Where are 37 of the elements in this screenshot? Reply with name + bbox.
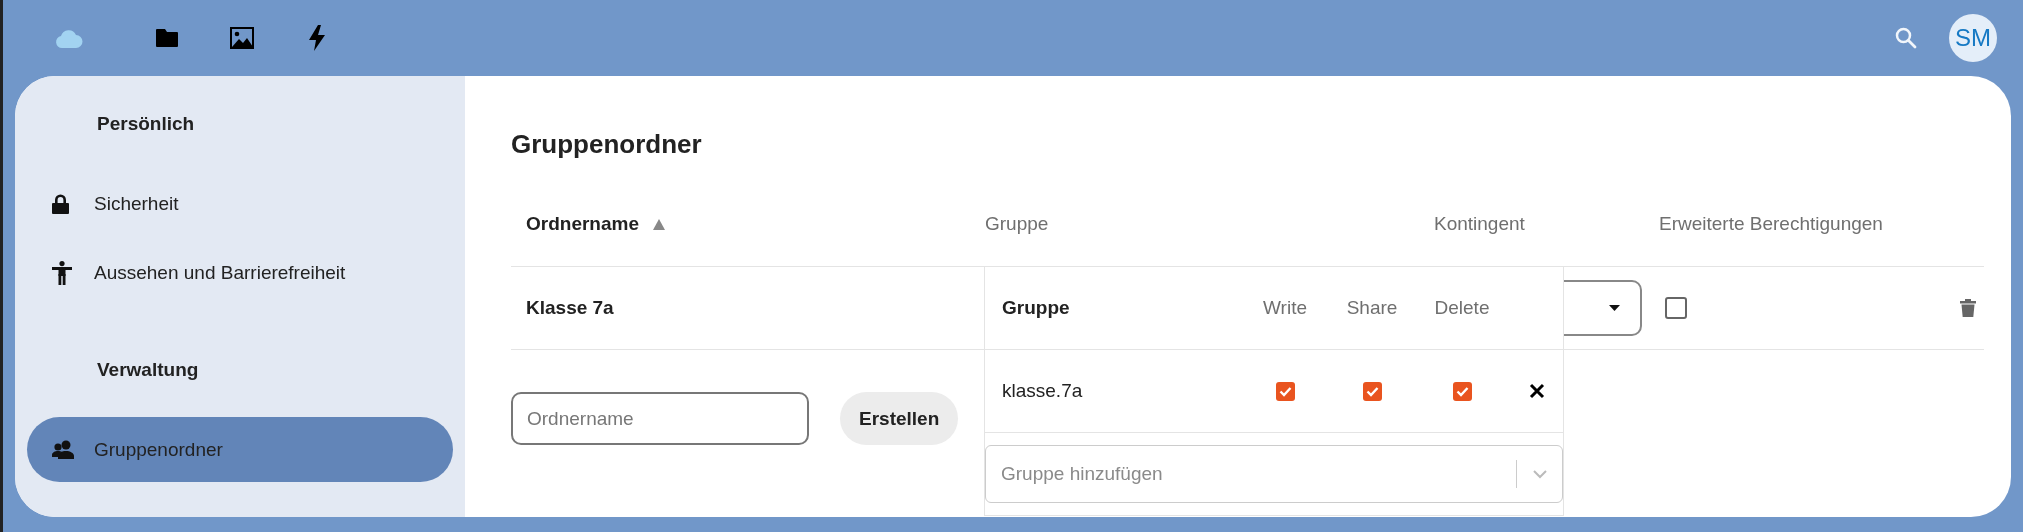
section-heading: Persönlich [96,112,195,136]
cloud-logo [55,28,83,48]
column-header[interactable]: Erweiterte Berechtigungen [1659,213,1883,235]
permission-checkbox[interactable] [1362,381,1382,401]
sidebar-item[interactable]: Gruppenordner [27,417,453,482]
lightning-icon[interactable] [309,25,325,51]
column-header[interactable]: Gruppe [985,213,1049,235]
caret-down-icon [1609,305,1620,311]
user-avatar[interactable]: SM [1949,14,1997,62]
folder-name: Klasse 7a [526,297,614,319]
column-header: Gruppe [1001,297,1071,319]
column-header: Write [1263,297,1307,319]
sort-ascending-icon [653,218,665,230]
close-icon[interactable] [1528,383,1545,399]
group-select-field[interactable]: Gruppe hinzufügen [985,445,1563,503]
accessibility-icon [52,260,72,285]
column-header: Delete [1434,297,1490,319]
image-icon[interactable] [230,27,254,49]
group-name: klasse.7a [1001,380,1084,402]
sidebar-item[interactable]: Sicherheit [27,171,453,236]
column-header[interactable]: Kontingent [1434,213,1525,235]
lock-icon [52,193,69,214]
group-icon [52,440,74,459]
search-icon[interactable] [1895,27,1917,49]
trash-icon[interactable] [1960,299,1976,317]
sidebar-item[interactable]: Aussehen und Barrierefreiheit [27,240,453,305]
folder-icon[interactable] [156,29,178,47]
folder-name-field[interactable]: Ordnername [511,392,809,445]
section-heading: Verwaltung [96,358,199,382]
column-header[interactable]: Ordnername [526,213,665,235]
column-header: Share [1346,297,1398,319]
create-button[interactable]: Erstellen [840,392,959,445]
checkbox[interactable] [1665,297,1687,319]
permission-checkbox[interactable] [1275,381,1295,401]
page-title: Gruppenordner [511,128,702,161]
permission-checkbox[interactable] [1452,381,1472,401]
chevron-down-icon [1532,469,1548,479]
